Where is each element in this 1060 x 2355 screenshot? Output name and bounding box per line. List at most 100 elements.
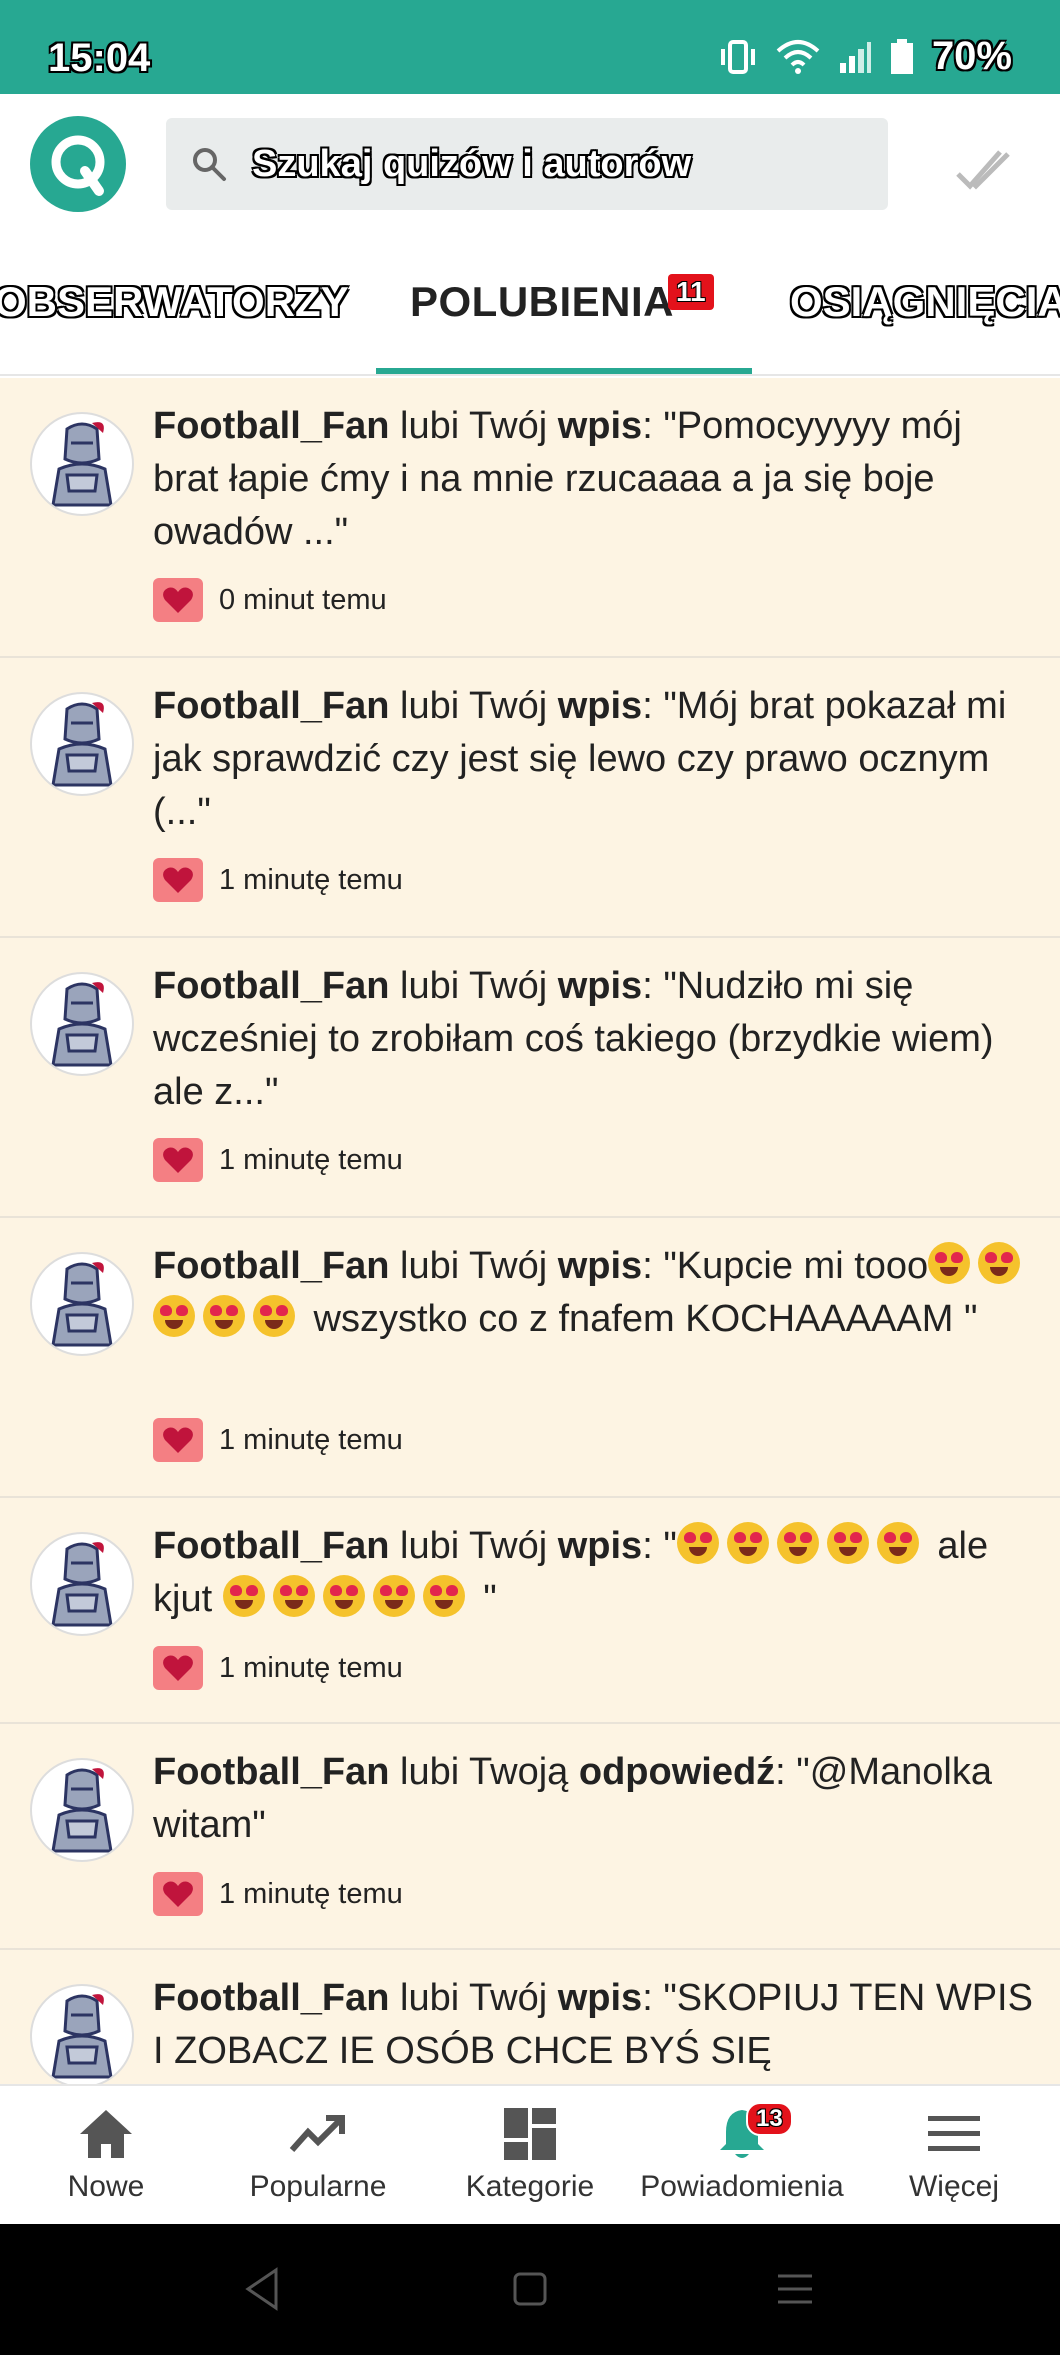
like-badge — [153, 1872, 203, 1916]
notification-item[interactable]: Football_Fan lubi Twój wpis: "Kupcie mi … — [0, 1218, 1060, 1498]
tab-likes-badge: 11 — [668, 274, 714, 310]
nav-label: Nowe — [67, 2170, 145, 2203]
timestamp: 1 minutę temu — [219, 1877, 403, 1910]
username[interactable]: Football_Fan — [153, 685, 389, 727]
notification-item[interactable]: Football_Fan lubi Twój wpis: "SKOPIUJ TE… — [0, 1950, 1060, 2084]
heart-icon — [163, 587, 193, 613]
knight-avatar-icon — [51, 1262, 113, 1347]
notification-object: wpis — [557, 965, 643, 1007]
mark-all-read-button[interactable] — [954, 144, 1014, 194]
like-badge — [153, 858, 203, 902]
nav-item-more[interactable]: Więcej — [848, 2086, 1060, 2226]
notification-text: Football_Fan lubi Twój wpis: "SKOPIUJ TE… — [153, 1972, 1033, 2078]
active-tab-indicator — [376, 368, 752, 374]
notification-item[interactable]: Football_Fan lubi Twój wpis: "Nudziło mi… — [0, 938, 1060, 1218]
like-badge — [153, 1138, 203, 1182]
notification-item[interactable]: Football_Fan lubi Twoją odpowiedź: "@Man… — [0, 1724, 1060, 1950]
trending-icon — [289, 2115, 345, 2152]
notification-excerpt: wszystko co z fnafem KOCHAAAAAM " — [303, 1298, 978, 1340]
notification-text: Football_Fan lubi Twój wpis: "Nudziło mi… — [153, 960, 1033, 1119]
heart-eyes-emoji-icon — [776, 1522, 819, 1564]
notification-meta: 1 minutę temu — [153, 1138, 403, 1182]
battery-percent: 70% — [931, 34, 1012, 78]
notification-list: Football_Fan lubi Twój wpis: "Pomocyyyyy… — [0, 378, 1060, 2084]
bottom-navigation: Nowe Popularne Kategorie 13 Powiadomieni… — [0, 2084, 1060, 2224]
recents-icon[interactable] — [770, 2264, 820, 2314]
search-input[interactable]: Szukaj quizów i autorów — [166, 118, 888, 210]
tab-likes[interactable]: POLUBIENIA — [410, 278, 674, 326]
double-check-icon — [956, 150, 1010, 190]
search-placeholder: Szukaj quizów i autorów — [252, 142, 692, 185]
notification-item[interactable]: Football_Fan lubi Twój wpis: "Pomocyyyyy… — [0, 378, 1060, 658]
back-icon[interactable] — [238, 2264, 288, 2314]
avatar[interactable] — [30, 1758, 134, 1862]
username[interactable]: Football_Fan — [153, 1751, 389, 1793]
like-badge — [153, 578, 203, 622]
nav-item-popular[interactable]: Popularne — [212, 2086, 424, 2226]
notification-verb: lubi Twoją — [389, 1751, 579, 1793]
heart-eyes-emoji-icon — [153, 1295, 195, 1337]
nav-item-notifications[interactable]: 13 Powiadomienia — [636, 2086, 848, 2226]
vibrate-icon — [720, 39, 755, 74]
notification-object: wpis — [557, 1245, 643, 1287]
notification-excerpt: : "Kupcie mi tooo — [642, 1245, 929, 1287]
heart-eyes-emoji-icon — [372, 1575, 415, 1617]
timestamp: 0 minut temu — [219, 583, 387, 616]
username[interactable]: Football_Fan — [153, 1245, 389, 1287]
nav-label: Więcej — [908, 2170, 999, 2203]
app-logo[interactable] — [30, 116, 126, 212]
tab-achievements[interactable]: OSIĄGNIĘCIA — [790, 278, 1060, 326]
grid-icon — [504, 2108, 556, 2160]
notification-text: Football_Fan lubi Twój wpis: " ale kjut … — [153, 1520, 1033, 1626]
timestamp: 1 minutę temu — [219, 1651, 403, 1684]
like-badge — [153, 1418, 203, 1462]
notification-text: Football_Fan lubi Twój wpis: "Kupcie mi … — [153, 1240, 1033, 1346]
avatar[interactable] — [30, 412, 134, 516]
nav-item-categories[interactable]: Kategorie — [424, 2086, 636, 2226]
search-icon — [193, 148, 226, 181]
notification-text: Football_Fan lubi Twój wpis: "Mój brat p… — [153, 680, 1033, 839]
status-time: 15:04 — [48, 36, 151, 80]
home-button-icon[interactable] — [505, 2264, 555, 2314]
notification-meta: 0 minut temu — [153, 578, 387, 622]
avatar[interactable] — [30, 692, 134, 796]
nav-item-new[interactable]: Nowe — [0, 2086, 212, 2226]
notification-verb: lubi Twój — [389, 1977, 558, 2019]
heart-eyes-emoji-icon — [978, 1242, 1021, 1284]
status-bar: 15:04 70% — [0, 0, 1060, 94]
notification-verb: lubi Twój — [389, 1525, 558, 1567]
timestamp: 1 minutę temu — [219, 863, 403, 896]
heart-icon — [163, 1427, 193, 1453]
tab-observers[interactable]: OBSERWATORZY — [0, 278, 349, 326]
notification-object: wpis — [557, 1525, 643, 1567]
avatar[interactable] — [30, 1532, 134, 1636]
heart-eyes-emoji-icon — [222, 1575, 265, 1617]
username[interactable]: Football_Fan — [153, 1977, 389, 2019]
knight-avatar-icon — [51, 1768, 113, 1853]
heart-icon — [163, 1655, 193, 1681]
notification-text: Football_Fan lubi Twoją odpowiedź: "@Man… — [153, 1746, 1033, 1852]
heart-icon — [163, 867, 193, 893]
home-icon — [80, 2110, 132, 2158]
menu-icon — [928, 2116, 980, 2151]
signal-icon — [839, 41, 871, 73]
notification-item[interactable]: Football_Fan lubi Twój wpis: "Mój brat p… — [0, 658, 1060, 938]
heart-eyes-emoji-icon — [203, 1295, 245, 1337]
avatar[interactable] — [30, 1984, 134, 2084]
nav-label: Kategorie — [465, 2170, 595, 2203]
notification-verb: lubi Twój — [389, 1245, 558, 1287]
nav-label: Popularne — [249, 2170, 387, 2203]
notification-item[interactable]: Football_Fan lubi Twój wpis: " ale kjut … — [0, 1498, 1060, 1724]
username[interactable]: Football_Fan — [153, 965, 389, 1007]
avatar[interactable] — [30, 1252, 134, 1356]
knight-avatar-icon — [51, 702, 113, 787]
notification-meta: 1 minutę temu — [153, 858, 403, 902]
avatar[interactable] — [30, 972, 134, 1076]
notification-verb: lubi Twój — [389, 405, 558, 447]
notification-excerpt: : " — [642, 1525, 677, 1567]
username[interactable]: Football_Fan — [153, 1525, 389, 1567]
heart-eyes-emoji-icon — [676, 1522, 719, 1564]
notification-meta: 1 minutę temu — [153, 1646, 403, 1690]
notification-verb: lubi Twój — [389, 685, 558, 727]
username[interactable]: Football_Fan — [153, 405, 389, 447]
